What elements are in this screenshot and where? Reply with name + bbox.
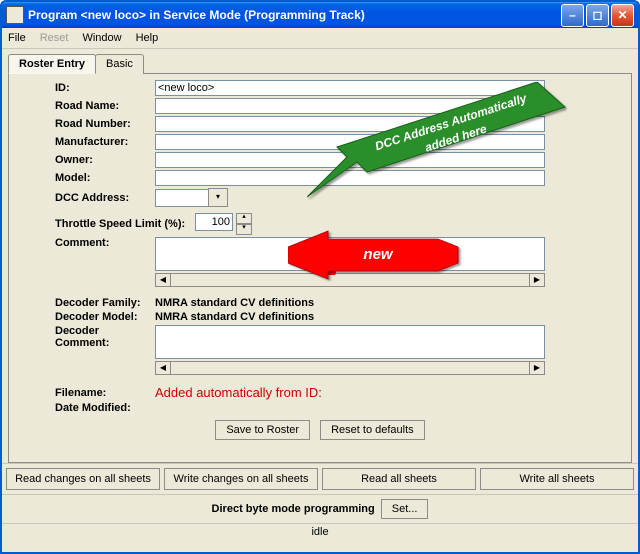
menu-window[interactable]: Window	[82, 32, 121, 44]
label-filename: Filename:	[15, 387, 155, 399]
label-manufacturer: Manufacturer:	[15, 136, 155, 148]
label-dcc-address: DCC Address:	[15, 192, 155, 204]
decoder-model-value: NMRA standard CV definitions	[155, 311, 625, 323]
tabstrip: Roster Entry Basic	[8, 54, 632, 74]
app-window: Program <new loco> in Service Mode (Prog…	[0, 0, 640, 554]
titlebar: Program <new loco> in Service Mode (Prog…	[2, 2, 638, 28]
comment-hscroll[interactable]: ◀▶	[155, 273, 545, 287]
road-name-field[interactable]	[155, 98, 545, 114]
app-icon	[6, 6, 24, 24]
sheet-buttons-row: Read changes on all sheets Write changes…	[2, 463, 638, 494]
maximize-button[interactable]: ◻	[586, 4, 609, 27]
read-all-button[interactable]: Read all sheets	[322, 468, 476, 490]
label-decoder-model: Decoder Model:	[15, 311, 155, 323]
label-id: ID:	[15, 82, 155, 94]
roster-pane: ID: Road Name: Road Number: Manufacturer…	[8, 73, 632, 463]
label-model: Model:	[15, 172, 155, 184]
comment-field[interactable]	[155, 237, 545, 271]
label-owner: Owner:	[15, 154, 155, 166]
throttle-field[interactable]	[195, 213, 233, 231]
label-comment: Comment:	[15, 237, 155, 249]
throttle-up-button[interactable]: ▴	[236, 213, 252, 224]
programming-mode-row: Direct byte mode programming Set...	[2, 494, 638, 523]
write-changes-button[interactable]: Write changes on all sheets	[164, 468, 318, 490]
owner-field[interactable]	[155, 152, 545, 168]
decoder-comment-field[interactable]	[155, 325, 545, 359]
throttle-down-button[interactable]: ▾	[236, 224, 252, 235]
dcc-dropdown-button[interactable]: ▾	[208, 188, 228, 207]
decoder-comment-hscroll[interactable]: ◀▶	[155, 361, 545, 375]
status-bar: idle	[2, 523, 638, 540]
write-all-button[interactable]: Write all sheets	[480, 468, 634, 490]
programming-mode-label: Direct byte mode programming	[212, 503, 375, 515]
menubar: File Reset Window Help	[2, 28, 638, 49]
menu-help[interactable]: Help	[136, 32, 159, 44]
reset-defaults-button[interactable]: Reset to defaults	[320, 420, 425, 440]
model-field[interactable]	[155, 170, 545, 186]
dcc-address-field[interactable]	[155, 189, 209, 207]
window-title: Program <new loco> in Service Mode (Prog…	[28, 8, 561, 22]
label-decoder-comment: Decoder Comment:	[15, 325, 155, 349]
label-throttle: Throttle Speed Limit (%):	[15, 218, 195, 230]
close-button[interactable]: ✕	[611, 4, 634, 27]
minimize-button[interactable]: –	[561, 4, 584, 27]
filename-note: Added automatically from ID:	[155, 385, 625, 400]
read-changes-button[interactable]: Read changes on all sheets	[6, 468, 160, 490]
decoder-family-value: NMRA standard CV definitions	[155, 297, 625, 309]
menu-file[interactable]: File	[8, 32, 26, 44]
save-to-roster-button[interactable]: Save to Roster	[215, 420, 310, 440]
tab-roster-entry[interactable]: Roster Entry	[8, 54, 96, 74]
id-field[interactable]	[155, 80, 545, 96]
road-number-field[interactable]	[155, 116, 545, 132]
annotation-red-dash	[320, 271, 336, 275]
menu-reset: Reset	[40, 32, 69, 44]
tab-basic[interactable]: Basic	[95, 54, 144, 74]
label-date-modified: Date Modified:	[15, 402, 155, 414]
label-road-number: Road Number:	[15, 118, 155, 130]
label-road-name: Road Name:	[15, 100, 155, 112]
label-decoder-family: Decoder Family:	[15, 297, 155, 309]
set-mode-button[interactable]: Set...	[381, 499, 429, 519]
manufacturer-field[interactable]	[155, 134, 545, 150]
